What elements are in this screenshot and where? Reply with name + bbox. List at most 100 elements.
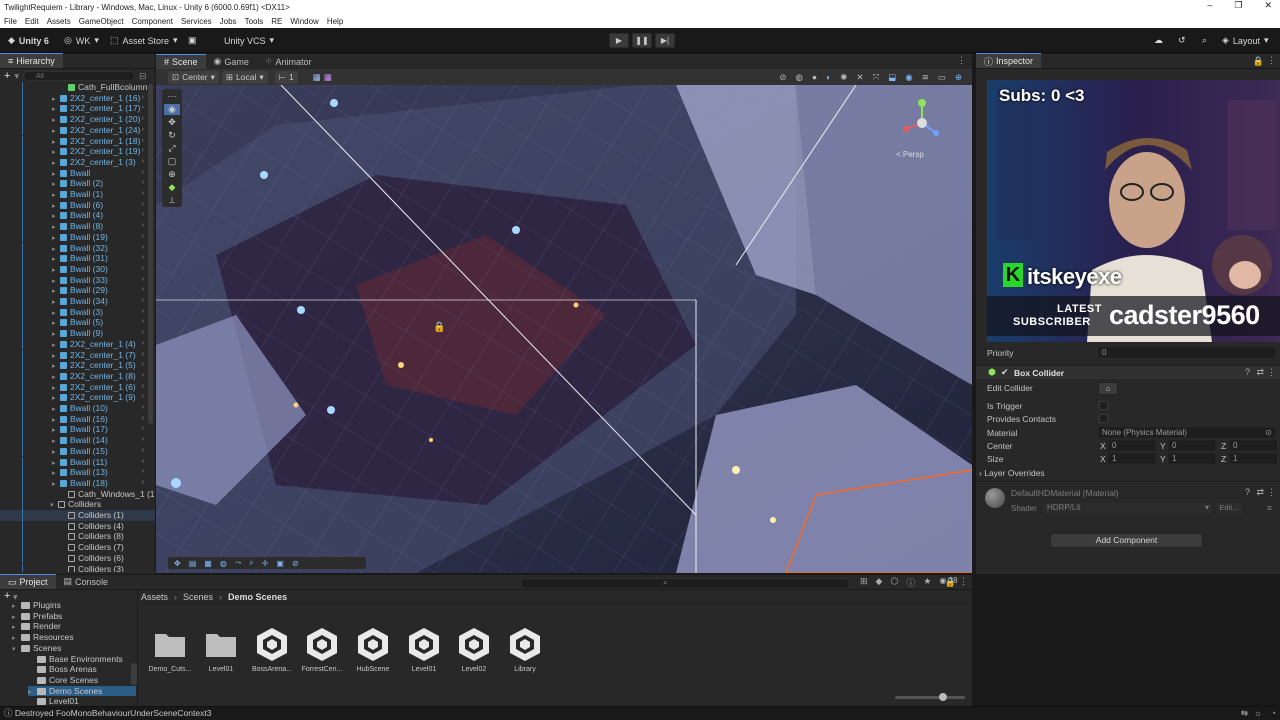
chevron-right-icon[interactable]: › xyxy=(142,285,144,296)
hierarchy-row[interactable]: Cath_FullBcolumn xyxy=(0,82,155,93)
project-tree-item[interactable]: Base Environments xyxy=(28,654,123,665)
preset-icon[interactable]: ⇄ xyxy=(1256,367,1264,378)
hierarchy-row[interactable]: ▸ Bwall (1) › xyxy=(0,189,155,200)
chevron-right-icon[interactable]: › xyxy=(142,210,144,221)
tab-console[interactable]: ▤ Console xyxy=(56,574,117,589)
hierarchy-row[interactable]: ▸ Bwall (19) › xyxy=(0,231,155,243)
hierarchy-row[interactable]: ▸ Bwall (5) › xyxy=(0,317,155,329)
hierarchy-row[interactable]: ▸ Bwall (30) › xyxy=(0,263,155,275)
type-filter-icon[interactable]: ⊞ xyxy=(860,576,868,589)
breadcrumb-scenes[interactable]: Scenes xyxy=(183,592,213,602)
project-tree-item[interactable]: ▸ Resources xyxy=(12,632,74,643)
center-z-field[interactable]: 0 xyxy=(1229,440,1277,451)
chevron-right-icon[interactable]: › xyxy=(142,435,144,446)
hierarchy-row[interactable]: ▸ Bwall (2) › xyxy=(0,178,155,189)
space-dropdown[interactable]: ⊞ Local ▾ xyxy=(221,70,268,84)
orientation-gizmo[interactable]: < Persp xyxy=(892,93,952,159)
hierarchy-row[interactable]: ▸ Bwall (31) › xyxy=(0,253,155,264)
chevron-right-icon[interactable]: › xyxy=(142,307,144,318)
expand-arrow-icon[interactable]: ▸ xyxy=(52,373,60,382)
hierarchy-row[interactable]: ▸ 2X2_center_1 (19) › xyxy=(0,146,155,157)
provides-contacts-checkbox[interactable] xyxy=(1099,414,1108,423)
expand-arrow-icon[interactable]: ▸ xyxy=(52,191,60,200)
hierarchy-row[interactable]: ▸ Bwall (14) › xyxy=(0,435,155,446)
asset-item[interactable]: BossArena... xyxy=(249,626,295,673)
asset-item[interactable]: ForrestCen... xyxy=(299,626,345,673)
tab-animator[interactable]: ⁘ Animator xyxy=(257,54,320,69)
expand-arrow-icon[interactable]: ▸ xyxy=(52,448,60,457)
chevron-right-icon[interactable]: › xyxy=(142,200,144,211)
hierarchy-row[interactable]: ▸ Bwall (4) › xyxy=(0,210,155,222)
expand-arrow-icon[interactable]: ▸ xyxy=(52,480,60,489)
tab-game[interactable]: ◉ Game xyxy=(206,54,257,69)
hierarchy-row[interactable]: ▸ Bwall (34) › xyxy=(0,296,155,307)
scale-tool-icon[interactable]: ⤢ xyxy=(168,143,175,154)
menu-re[interactable]: RE xyxy=(271,17,282,26)
layout-dropdown[interactable]: ◈ Layout ▾ xyxy=(1216,32,1274,49)
asset-item[interactable]: Demo_Cuts... xyxy=(147,626,193,673)
menu-tools[interactable]: Tools xyxy=(245,17,264,26)
chevron-right-icon[interactable]: › xyxy=(142,360,144,371)
menu-help[interactable]: Help xyxy=(327,17,343,26)
chevron-right-icon[interactable]: › xyxy=(142,328,144,339)
splitter[interactable] xyxy=(137,590,138,706)
snap-toggle-icon[interactable]: ▦ xyxy=(324,72,332,83)
layer-overrides-foldout[interactable]: › Layer Overrides xyxy=(979,467,1045,479)
expand-arrow-icon[interactable]: ▸ xyxy=(52,426,60,435)
menu-component[interactable]: Component xyxy=(132,17,173,26)
step-button[interactable]: ▶| xyxy=(655,33,675,48)
rotate-tool-icon[interactable]: ↻ xyxy=(168,130,176,141)
expand-arrow-icon[interactable]: ▸ xyxy=(52,105,60,114)
chevron-right-icon[interactable]: › xyxy=(142,467,144,478)
expand-arrow-icon[interactable]: ▸ xyxy=(52,180,60,189)
hierarchy-row[interactable]: Colliders (7) xyxy=(0,542,155,553)
hierarchy-row[interactable]: ▸ 2X2_center_1 (17) › xyxy=(0,103,155,115)
asset-item[interactable]: Level01 xyxy=(198,626,244,673)
hierarchy-row[interactable]: Colliders (3) xyxy=(0,563,155,572)
expand-arrow-icon[interactable]: ▸ xyxy=(52,116,60,125)
tag-icon[interactable]: ⬡ xyxy=(890,576,898,589)
wand-icon[interactable]: ⤳ xyxy=(235,558,241,568)
tab-project[interactable]: ▭ Project xyxy=(0,574,56,589)
cloud-button[interactable]: ☁ xyxy=(1148,32,1169,49)
chevron-right-icon[interactable]: › xyxy=(142,232,144,243)
expand-arrow-icon[interactable]: ▸ xyxy=(52,437,60,446)
more-options-icon[interactable]: ⋮ xyxy=(1267,367,1276,378)
shader-edit-button[interactable]: Edit... xyxy=(1216,503,1242,514)
expand-arrow-icon[interactable]: ▸ xyxy=(52,330,60,339)
add-icon[interactable]: + xyxy=(4,70,10,82)
expand-arrow-icon[interactable]: ▸ xyxy=(52,459,60,468)
project-tree-item[interactable]: ▸ Render xyxy=(12,621,61,632)
expand-arrow-icon[interactable]: ▸ xyxy=(52,416,60,425)
menu-assets[interactable]: Assets xyxy=(47,17,71,26)
visibility-icon[interactable]: ◉ xyxy=(905,72,912,83)
chevron-right-icon[interactable]: › xyxy=(142,489,144,500)
hierarchy-row[interactable]: ▸ Bwall (10) › xyxy=(0,403,155,414)
warning-icon[interactable]: ⓘ xyxy=(906,576,915,589)
project-search-input[interactable]: ⌕ xyxy=(520,578,850,589)
hierarchy-row[interactable]: ▸ 2X2_center_1 (4) › xyxy=(0,338,155,350)
lighting-icon[interactable]: ◐ xyxy=(826,72,831,83)
expand-arrow-icon[interactable]: ▸ xyxy=(52,277,60,286)
more-options-icon[interactable]: ⋮ xyxy=(959,576,968,587)
filter-icon[interactable]: ⊟ xyxy=(139,71,147,82)
menu-edit[interactable]: Edit xyxy=(25,17,39,26)
chevron-right-icon[interactable]: › xyxy=(142,350,144,361)
asset-item[interactable]: Level01 xyxy=(401,626,447,673)
project-tree-item[interactable]: ▸ Plugins xyxy=(12,602,61,611)
expand-arrow-icon[interactable]: ▸ xyxy=(52,405,60,414)
move-tool-icon[interactable]: ✥ xyxy=(168,117,176,128)
hierarchy-row[interactable]: ▸ 2X2_center_1 (18) › xyxy=(0,135,155,147)
brush-icon[interactable]: ▣ xyxy=(276,559,284,568)
effects-icon[interactable]: ✺ xyxy=(840,72,847,83)
maximize-button[interactable]: ❐ xyxy=(1234,0,1242,11)
hierarchy-row[interactable]: ▸ Bwall (8) › xyxy=(0,221,155,232)
play-button[interactable]: ▶ xyxy=(609,33,629,48)
expand-arrow-icon[interactable]: ▸ xyxy=(52,159,60,168)
progress-icon[interactable]: ◔ xyxy=(1271,707,1276,720)
expand-arrow-icon[interactable]: ▸ xyxy=(52,170,60,179)
bug-icon[interactable]: ☼ xyxy=(1254,707,1262,720)
breadcrumb-assets[interactable]: Assets xyxy=(141,592,168,602)
hierarchy-row[interactable]: ▸ Bwall (18) › xyxy=(0,477,155,489)
chevron-right-icon[interactable]: › xyxy=(142,457,144,468)
